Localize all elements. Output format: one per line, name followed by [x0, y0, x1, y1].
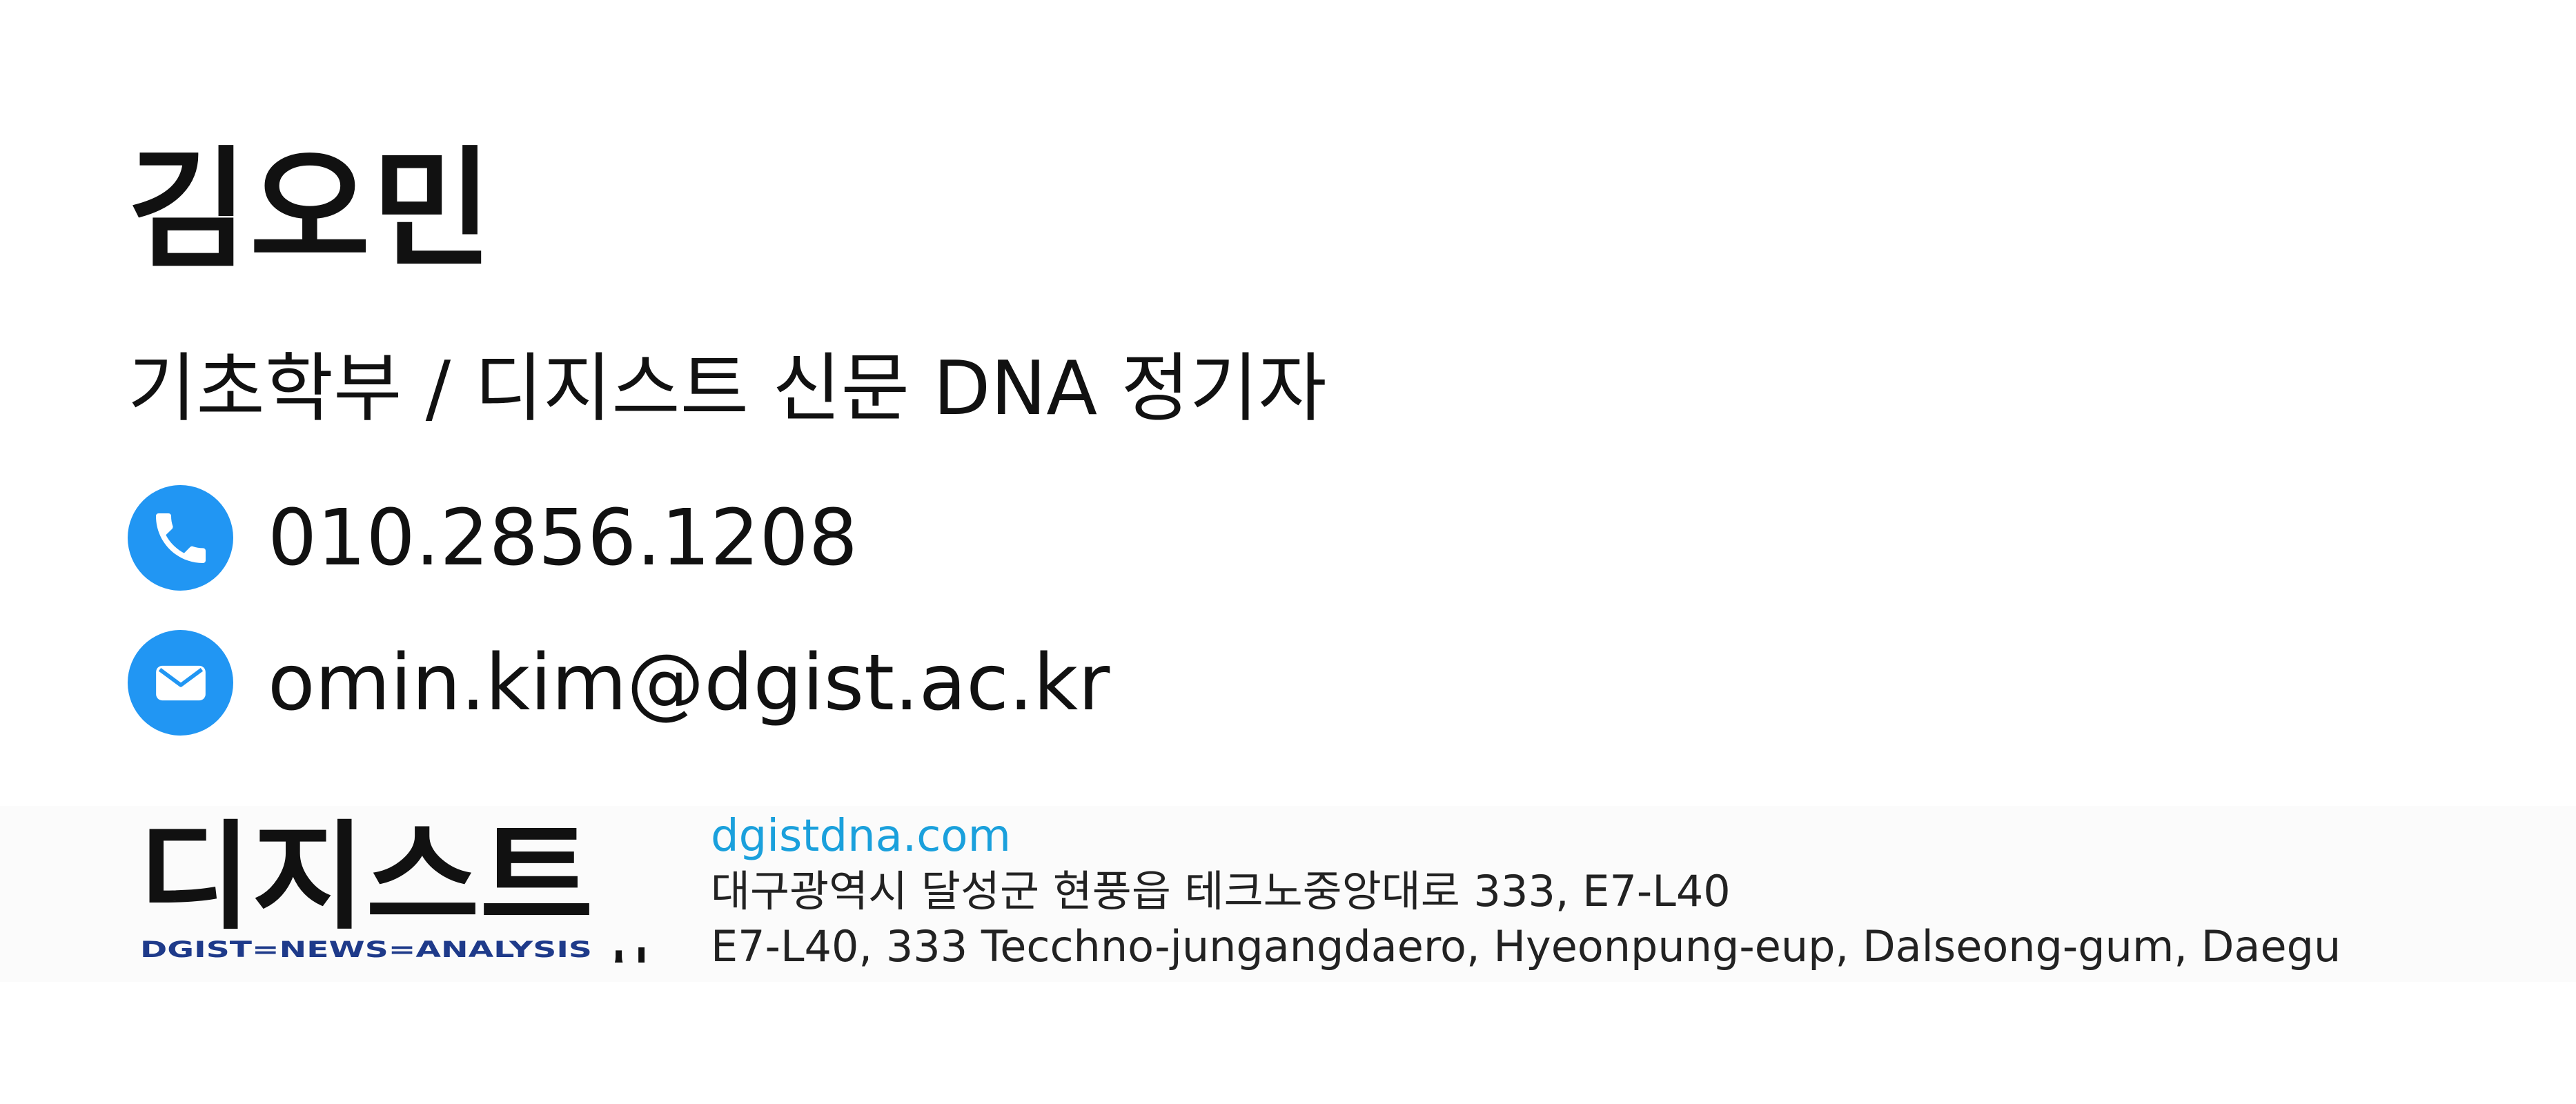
phone-number: 010.2856.1208 — [268, 493, 858, 583]
mail-icon — [128, 630, 233, 736]
logo-title: 디지스트 — [138, 814, 593, 946]
business-card: 김오민 기초학부 / 디지스트 신문 DNA 정기자 010.2856.1208… — [0, 0, 2576, 1104]
phone-icon — [128, 485, 233, 591]
phone-row: 010.2856.1208 — [128, 484, 858, 591]
logo-tagline: DGIST=NEWS=ANALYSIS — [140, 936, 592, 963]
address-english: E7-L40, 333 Tecchno-jungangdaero, Hyeonp… — [711, 921, 2341, 972]
address-korean: 대구광역시 달성군 현풍읍 테크노중앙대로 333, E7-L40 — [711, 866, 1731, 916]
email-row: omin.kim@dgist.ac.kr — [128, 629, 1110, 736]
organization-info: dgistdna.com 대구광역시 달성군 현풍읍 테크노중앙대로 333, … — [711, 809, 2341, 974]
person-name: 김오민 — [128, 134, 494, 286]
dgist-news-logo: 디지스트 신문 DGIST=NEWS=ANALYSIS — [138, 814, 652, 963]
person-position: 기초학부 / 디지스트 신문 DNA 정기자 — [128, 346, 1327, 432]
website-link[interactable]: dgistdna.com — [711, 809, 2341, 864]
email-address[interactable]: omin.kim@dgist.ac.kr — [268, 644, 1110, 722]
logo-subtitle: 신문 — [590, 945, 652, 963]
